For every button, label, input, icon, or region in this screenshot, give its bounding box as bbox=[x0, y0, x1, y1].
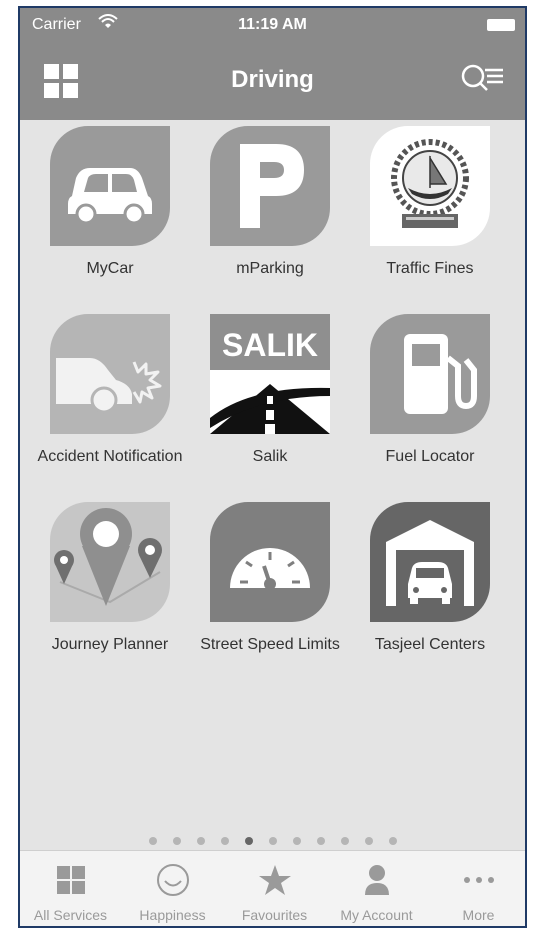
tab-bar: All Services Happiness Favourites My Acc… bbox=[20, 850, 525, 926]
tile-label: Salik bbox=[252, 448, 288, 465]
page-dot[interactable] bbox=[196, 837, 205, 845]
salik-logo-text: SALIK bbox=[222, 327, 318, 363]
more-dots-icon bbox=[463, 877, 494, 883]
tile-salik[interactable]: SALIK Salik bbox=[190, 314, 350, 467]
search-list-button[interactable] bbox=[459, 62, 507, 98]
status-time: 11:19 AM bbox=[238, 16, 307, 33]
page-dot[interactable] bbox=[316, 837, 325, 845]
dubai-police-emblem bbox=[370, 126, 490, 246]
tile-tasjeel-centers[interactable]: Tasjeel Centers bbox=[350, 502, 510, 655]
tab-label: All Services bbox=[33, 907, 108, 923]
tile-journey-planner[interactable]: Journey Planner bbox=[30, 502, 190, 655]
tab-label: Favourites bbox=[241, 907, 308, 923]
tile-label: Fuel Locator bbox=[385, 448, 475, 465]
tab-label: Happiness bbox=[139, 907, 206, 923]
page-dot[interactable] bbox=[268, 837, 277, 845]
page-dot[interactable] bbox=[148, 837, 157, 845]
tile-label: MyCar bbox=[86, 260, 134, 277]
tab-my-account[interactable]: My Account bbox=[326, 851, 427, 926]
phone-screen: Carrier 11:19 AM Driving MyCar mParking … bbox=[18, 6, 527, 928]
page-dot[interactable] bbox=[220, 837, 229, 845]
nav-bar: Driving bbox=[20, 44, 525, 120]
speedometer-icon bbox=[210, 502, 330, 622]
garage-car-icon bbox=[370, 502, 490, 622]
tile-accident-notification[interactable]: Accident Notification bbox=[30, 314, 190, 467]
user-icon bbox=[364, 865, 389, 895]
car-icon bbox=[50, 126, 170, 246]
tab-more[interactable]: More bbox=[428, 851, 525, 926]
tile-label: mParking bbox=[236, 260, 304, 277]
page-dot[interactable] bbox=[340, 837, 349, 845]
tile-label: Journey Planner bbox=[51, 636, 169, 653]
page-dot[interactable] bbox=[244, 837, 253, 845]
map-pins-icon bbox=[50, 502, 170, 622]
fuel-pump-icon bbox=[370, 314, 490, 434]
page-title: Driving bbox=[231, 66, 314, 93]
tab-label: My Account bbox=[340, 907, 413, 923]
search-list-icon bbox=[461, 64, 503, 91]
page-dot[interactable] bbox=[364, 837, 373, 845]
page-dot[interactable] bbox=[388, 837, 397, 845]
page-indicator[interactable] bbox=[20, 832, 525, 850]
tile-mparking[interactable]: mParking bbox=[190, 126, 350, 279]
page-dot[interactable] bbox=[172, 837, 181, 845]
tile-label: Accident Notification bbox=[37, 448, 183, 465]
grid-icon bbox=[56, 866, 85, 894]
page-dot[interactable] bbox=[292, 837, 301, 845]
tile-traffic-fines[interactable]: Traffic Fines bbox=[350, 126, 510, 279]
tile-label: Street Speed Limits bbox=[200, 636, 340, 653]
service-grid: MyCar mParking Traffic Fines Accident No… bbox=[20, 120, 525, 850]
tile-label: Tasjeel Centers bbox=[374, 636, 486, 653]
smiley-icon bbox=[156, 864, 189, 896]
tile-mycar[interactable]: MyCar bbox=[30, 126, 190, 279]
accident-car-icon bbox=[50, 314, 170, 434]
tile-label: Traffic Fines bbox=[386, 260, 474, 277]
parking-p-icon bbox=[210, 126, 330, 246]
tile-fuel-locator[interactable]: Fuel Locator bbox=[350, 314, 510, 467]
battery-icon bbox=[487, 19, 515, 31]
star-icon bbox=[258, 865, 291, 895]
tab-all-services[interactable]: All Services bbox=[20, 851, 121, 926]
salik-road-icon: SALIK bbox=[210, 314, 330, 434]
tab-happiness[interactable]: Happiness bbox=[122, 851, 223, 926]
tab-label: More bbox=[462, 907, 495, 923]
tile-street-speed-limits[interactable]: Street Speed Limits bbox=[190, 502, 350, 655]
tab-favourites[interactable]: Favourites bbox=[224, 851, 325, 926]
status-bar: Carrier 11:19 AM bbox=[20, 8, 525, 44]
